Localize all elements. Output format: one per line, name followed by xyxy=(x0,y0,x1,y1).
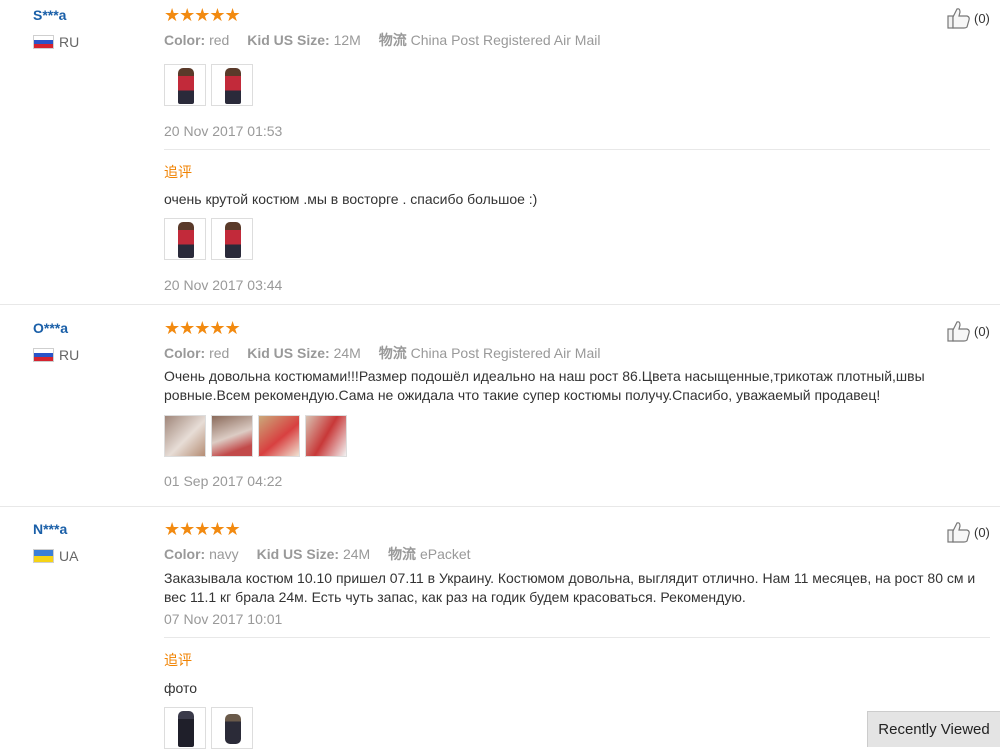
attr-label: 物流 xyxy=(388,546,417,562)
review-photos xyxy=(164,415,347,457)
review-photos xyxy=(164,64,253,106)
reviewer-country: RU xyxy=(59,347,80,363)
attr-label: Color: xyxy=(164,32,206,48)
attr-value: 24M xyxy=(333,345,361,361)
star-rating: ★★★★★ xyxy=(164,318,241,338)
order-attributes: Color: red Kid US Size: 12M 物流 China Pos… xyxy=(164,30,614,50)
attr-value: 12M xyxy=(333,32,361,48)
order-attributes: Color: red Kid US Size: 24M 物流 China Pos… xyxy=(164,343,614,363)
reviewer-country: RU xyxy=(59,34,80,50)
review-date: 01 Sep 2017 04:22 xyxy=(164,473,283,489)
review-text: Заказывала костюм 10.10 пришел 07.11 в У… xyxy=(164,570,976,605)
helpful-count: (0) xyxy=(974,323,990,339)
review-photo-thumbnail[interactable] xyxy=(258,415,300,457)
recently-viewed-button[interactable]: Recently Viewed xyxy=(867,711,1000,747)
attr-value: China Post Registered Air Mail xyxy=(410,32,601,48)
reviewer-name[interactable]: O***a xyxy=(33,320,68,336)
review-date: 20 Nov 2017 01:53 xyxy=(164,123,283,139)
thumbs-up-icon xyxy=(947,321,970,342)
reviewer-country: UA xyxy=(59,548,79,564)
review-photo-thumbnail[interactable] xyxy=(211,707,253,749)
followup-text: очень крутой костюм .мы в восторге . спа… xyxy=(164,191,538,207)
review-photo-thumbnail[interactable] xyxy=(211,218,253,260)
review-date: 07 Nov 2017 10:01 xyxy=(164,611,283,627)
followup-text: фото xyxy=(164,680,198,696)
review-photo-thumbnail[interactable] xyxy=(164,218,206,260)
attr-label: Kid US Size: xyxy=(247,345,330,361)
followup-label: 追评 xyxy=(164,164,192,180)
review-photo-thumbnail[interactable] xyxy=(211,415,253,457)
review-text: Очень довольна костюмами!!!Размер подошё… xyxy=(164,368,925,403)
russia-flag-icon xyxy=(33,35,54,49)
review-photo-thumbnail[interactable] xyxy=(164,415,206,457)
thumbs-up-icon xyxy=(947,8,970,29)
review-photo-thumbnail[interactable] xyxy=(211,64,253,106)
review-separator xyxy=(0,304,1000,305)
star-rating: ★★★★★ xyxy=(164,5,241,25)
helpful-button[interactable]: (0) xyxy=(947,7,990,29)
divider xyxy=(164,637,990,638)
attr-value: 24M xyxy=(342,546,371,562)
attr-value: red xyxy=(209,32,230,48)
review-photo-thumbnail[interactable] xyxy=(305,415,347,457)
review-photo-thumbnail[interactable] xyxy=(164,64,206,106)
ukraine-flag-icon xyxy=(33,549,54,563)
star-rating: ★★★★★ xyxy=(164,519,241,539)
attr-value: China Post Registered Air Mail xyxy=(410,345,601,361)
helpful-button[interactable]: (0) xyxy=(947,521,990,543)
followup-photos xyxy=(164,707,253,749)
attr-label: Kid US Size: xyxy=(247,32,330,48)
thumbs-up-icon xyxy=(947,522,970,543)
helpful-count: (0) xyxy=(974,524,990,540)
attr-value: ePacket xyxy=(419,546,471,562)
review-photo-thumbnail[interactable] xyxy=(164,707,206,749)
reviewer-name[interactable]: S***a xyxy=(33,7,66,23)
reviewer-name[interactable]: N***a xyxy=(33,521,67,537)
order-attributes: Color: navy Kid US Size: 24M 物流 ePacket xyxy=(164,544,485,564)
followup-label: 追评 xyxy=(164,652,192,668)
attr-label: 物流 xyxy=(378,345,407,361)
attr-value: red xyxy=(209,345,230,361)
helpful-button[interactable]: (0) xyxy=(947,320,990,342)
review-separator xyxy=(0,506,1000,507)
followup-photos xyxy=(164,218,253,260)
attr-label: Color: xyxy=(164,546,206,562)
attr-label: 物流 xyxy=(378,32,407,48)
followup-date: 20 Nov 2017 03:44 xyxy=(164,277,283,293)
attr-value: navy xyxy=(209,546,239,562)
divider xyxy=(164,149,990,150)
helpful-count: (0) xyxy=(974,10,990,26)
attr-label: Color: xyxy=(164,345,206,361)
russia-flag-icon xyxy=(33,348,54,362)
attr-label: Kid US Size: xyxy=(256,546,340,562)
